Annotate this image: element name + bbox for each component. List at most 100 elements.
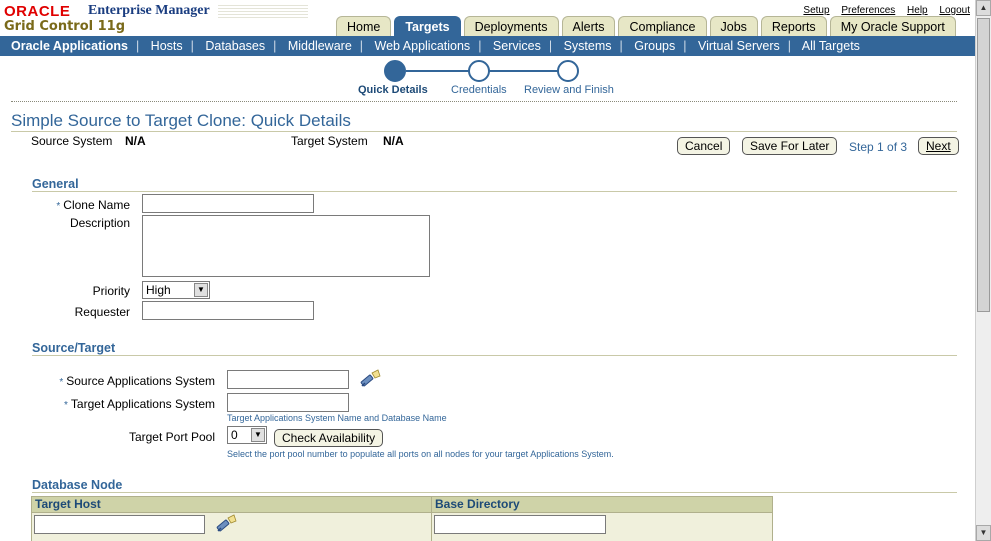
target-host-input[interactable] <box>34 515 205 534</box>
port-pool-hint: Select the port pool number to populate … <box>227 449 614 459</box>
subnav-separator: | <box>787 39 791 53</box>
source-system-label: Source System <box>31 134 113 148</box>
subnav-separator: | <box>478 39 482 53</box>
required-icon: * <box>56 201 61 212</box>
subnav-separator: | <box>190 39 194 53</box>
cancel-button[interactable]: Cancel <box>677 137 731 155</box>
tab-alerts[interactable]: Alerts <box>561 16 616 36</box>
source-app-system-label: * Source Applications System <box>40 374 215 388</box>
section-rule <box>32 492 957 493</box>
train-connector <box>489 70 559 72</box>
tab-targets[interactable]: Targets <box>394 16 461 36</box>
subnav-hosts[interactable]: Hosts <box>151 39 183 53</box>
clone-name-input[interactable] <box>142 194 314 213</box>
source-system-value: N/A <box>125 134 146 148</box>
target-system-value: N/A <box>383 134 404 148</box>
scroll-up-arrow-icon[interactable]: ▲ <box>976 0 991 16</box>
required-icon: * <box>64 400 68 411</box>
port-pool-select-value: 0 <box>231 428 238 442</box>
train-stop-review[interactable] <box>557 60 579 82</box>
subnav-oracle-applications[interactable]: Oracle Applications <box>11 39 128 53</box>
section-rule <box>32 191 957 192</box>
vertical-scrollbar[interactable]: ▲ ▼ <box>975 0 991 541</box>
setup-link[interactable]: Setup <box>803 5 829 16</box>
product-name: Enterprise Manager <box>88 3 210 18</box>
section-database-node-heading: Database Node <box>32 478 123 492</box>
scroll-thumb[interactable] <box>977 18 990 312</box>
scroll-down-arrow-icon[interactable]: ▼ <box>976 525 991 541</box>
main-tabs: Home Targets Deployments Alerts Complian… <box>336 16 959 36</box>
required-icon: * <box>59 377 64 388</box>
page-title: Simple Source to Target Clone: Quick Det… <box>11 111 351 130</box>
requester-input[interactable] <box>142 301 314 320</box>
preferences-link[interactable]: Preferences <box>841 5 895 16</box>
train-label-credentials[interactable]: Credentials <box>451 84 507 96</box>
column-divider <box>431 513 432 541</box>
target-system-label: Target System <box>291 134 368 148</box>
train-label-review[interactable]: Review and Finish <box>524 84 614 96</box>
check-availability-button[interactable]: Check Availability <box>274 429 384 447</box>
subnav-separator: | <box>619 39 623 53</box>
subnav-groups[interactable]: Groups <box>634 39 675 53</box>
source-app-system-label-text: Source Applications System <box>66 374 215 388</box>
requester-label: Requester <box>74 305 130 319</box>
source-app-system-input[interactable] <box>227 370 349 389</box>
subnav-separator: | <box>359 39 364 53</box>
global-links: Setup Preferences Help Logout <box>794 5 970 16</box>
subnav-services[interactable]: Services <box>493 39 541 53</box>
help-link[interactable]: Help <box>907 5 928 16</box>
port-pool-select[interactable]: 0 ▼ <box>227 426 267 444</box>
tab-my-oracle-support[interactable]: My Oracle Support <box>829 16 956 36</box>
chevron-down-icon[interactable]: ▼ <box>194 283 208 297</box>
section-source-target-heading: Source/Target <box>32 341 116 355</box>
target-app-system-hint: Target Applications System Name and Data… <box>227 413 447 423</box>
train-stop-quick-details <box>384 60 406 82</box>
tab-reports[interactable]: Reports <box>760 16 827 36</box>
train-stop-credentials[interactable] <box>468 60 490 82</box>
subnav-middleware[interactable]: Middleware <box>288 39 352 53</box>
clone-name-label: * Clone Name <box>40 198 130 212</box>
tab-compliance[interactable]: Compliance <box>618 16 707 36</box>
clone-name-label-text: Clone Name <box>63 198 130 212</box>
column-header-base-directory: Base Directory <box>431 496 773 513</box>
column-header-target-host: Target Host <box>31 496 432 513</box>
target-app-system-label-text: Target Applications System <box>70 397 215 411</box>
tab-jobs[interactable]: Jobs <box>709 16 758 36</box>
chevron-down-icon[interactable]: ▼ <box>251 428 265 442</box>
subnav-web-applications[interactable]: Web Applications <box>375 39 471 53</box>
section-general-heading: General <box>32 177 79 191</box>
description-label: Description <box>69 216 130 230</box>
subnav-systems[interactable]: Systems <box>564 39 612 53</box>
product-edition: Grid Control 11g <box>4 19 126 34</box>
subnav-bar: Oracle Applications | Hosts | Databases | M… <box>0 36 975 56</box>
priority-select-value: High <box>146 283 171 297</box>
subnav-separator: | <box>135 39 140 53</box>
logout-link[interactable]: Logout <box>939 5 970 16</box>
tab-deployments[interactable]: Deployments <box>463 16 559 36</box>
description-textarea[interactable] <box>142 215 430 277</box>
tab-home[interactable]: Home <box>336 16 392 36</box>
save-for-later-button[interactable]: Save For Later <box>742 137 838 155</box>
dotted-divider <box>11 101 957 102</box>
flashlight-search-icon[interactable] <box>215 514 237 534</box>
flashlight-search-icon[interactable] <box>359 369 381 389</box>
subnav-separator: | <box>548 39 553 53</box>
train-label-quick-details: Quick Details <box>358 84 428 96</box>
subnav-all-targets[interactable]: All Targets <box>802 39 860 53</box>
priority-select[interactable]: High ▼ <box>142 281 210 299</box>
title-rule <box>11 131 957 132</box>
target-port-pool-label: Target Port Pool <box>128 430 215 444</box>
section-rule <box>32 355 957 356</box>
next-button[interactable]: Next <box>918 137 959 155</box>
subnav-virtual-servers[interactable]: Virtual Servers <box>698 39 780 53</box>
subnav-databases[interactable]: Databases <box>205 39 265 53</box>
header-decoration <box>218 4 308 18</box>
priority-label: Priority <box>92 284 130 298</box>
train-connector <box>406 70 472 72</box>
oracle-logo: ORACLE <box>4 3 71 20</box>
subnav-separator: | <box>683 39 687 53</box>
step-indicator: Step 1 of 3 <box>849 140 908 154</box>
target-app-system-label: * Target Applications System <box>40 397 215 411</box>
base-directory-input[interactable] <box>434 515 606 534</box>
target-app-system-input[interactable] <box>227 393 349 412</box>
